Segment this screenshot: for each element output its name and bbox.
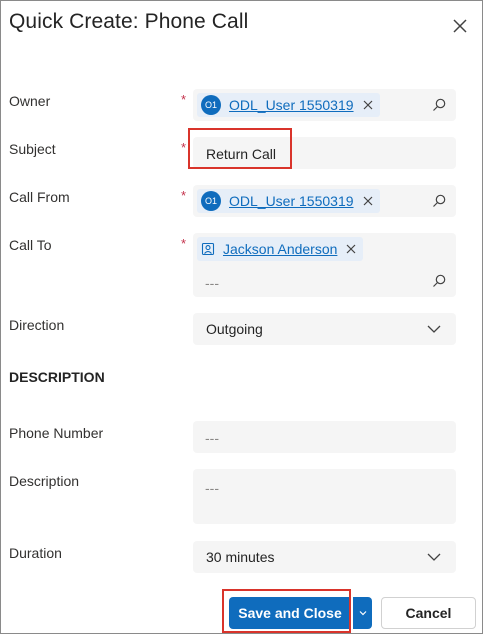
call-to-search-icon[interactable] bbox=[431, 273, 447, 289]
call-from-tag: O1 ODL_User 1550319 bbox=[197, 189, 380, 213]
subject-required-mark: * bbox=[181, 140, 187, 155]
call-to-lookup[interactable]: Jackson Anderson --- bbox=[193, 233, 456, 297]
owner-lookup[interactable]: O1 ODL_User 1550319 bbox=[193, 89, 456, 121]
phone-number-placeholder: --- bbox=[205, 430, 219, 446]
close-icon[interactable] bbox=[450, 16, 470, 36]
save-options-button[interactable] bbox=[353, 597, 372, 629]
direction-value: Outgoing bbox=[206, 321, 263, 337]
description-textarea[interactable]: --- bbox=[193, 469, 456, 524]
phone-number-label: Phone Number bbox=[9, 425, 104, 441]
quick-create-dialog: Quick Create: Phone Call Owner * O1 ODL_… bbox=[0, 0, 483, 634]
chevron-down-icon bbox=[359, 611, 366, 616]
description-label: Description bbox=[9, 473, 80, 489]
cancel-button[interactable]: Cancel bbox=[381, 597, 476, 629]
owner-tag-link[interactable]: ODL_User 1550319 bbox=[229, 97, 354, 113]
owner-tag: O1 ODL_User 1550319 bbox=[197, 93, 380, 117]
save-and-close-button[interactable]: Save and Close bbox=[229, 597, 351, 629]
call-to-label: Call To bbox=[9, 237, 52, 253]
dialog-title: Quick Create: Phone Call bbox=[9, 10, 249, 33]
description-section-heading: DESCRIPTION bbox=[9, 369, 105, 385]
call-to-placeholder: --- bbox=[205, 275, 219, 291]
call-from-remove-icon[interactable] bbox=[362, 195, 374, 207]
phone-number-input[interactable]: --- bbox=[193, 421, 456, 453]
description-placeholder: --- bbox=[205, 480, 219, 496]
owner-remove-icon[interactable] bbox=[362, 99, 374, 111]
call-from-avatar: O1 bbox=[201, 191, 221, 211]
subject-label: Subject bbox=[9, 141, 56, 157]
contact-icon bbox=[201, 242, 215, 256]
direction-select[interactable]: Outgoing bbox=[193, 313, 456, 345]
direction-label: Direction bbox=[9, 317, 65, 333]
subject-input[interactable]: Return Call bbox=[193, 137, 456, 169]
call-to-remove-icon[interactable] bbox=[345, 243, 357, 255]
call-from-label: Call From bbox=[9, 189, 70, 205]
owner-search-icon[interactable] bbox=[431, 97, 447, 113]
call-to-tag-link[interactable]: Jackson Anderson bbox=[223, 241, 337, 257]
subject-value: Return Call bbox=[206, 146, 277, 162]
call-from-tag-link[interactable]: ODL_User 1550319 bbox=[229, 193, 354, 209]
chevron-down-icon bbox=[427, 325, 441, 333]
owner-required-mark: * bbox=[181, 92, 187, 107]
owner-avatar: O1 bbox=[201, 95, 221, 115]
call-from-lookup[interactable]: O1 ODL_User 1550319 bbox=[193, 185, 456, 217]
call-to-tag: Jackson Anderson bbox=[197, 237, 364, 261]
duration-label: Duration bbox=[9, 545, 62, 561]
call-to-required-mark: * bbox=[181, 236, 187, 251]
chevron-down-icon bbox=[427, 553, 441, 561]
owner-label: Owner bbox=[9, 93, 51, 109]
duration-select[interactable]: 30 minutes bbox=[193, 541, 456, 573]
call-from-search-icon[interactable] bbox=[431, 193, 447, 209]
duration-value: 30 minutes bbox=[206, 549, 275, 565]
call-from-required-mark: * bbox=[181, 188, 187, 203]
